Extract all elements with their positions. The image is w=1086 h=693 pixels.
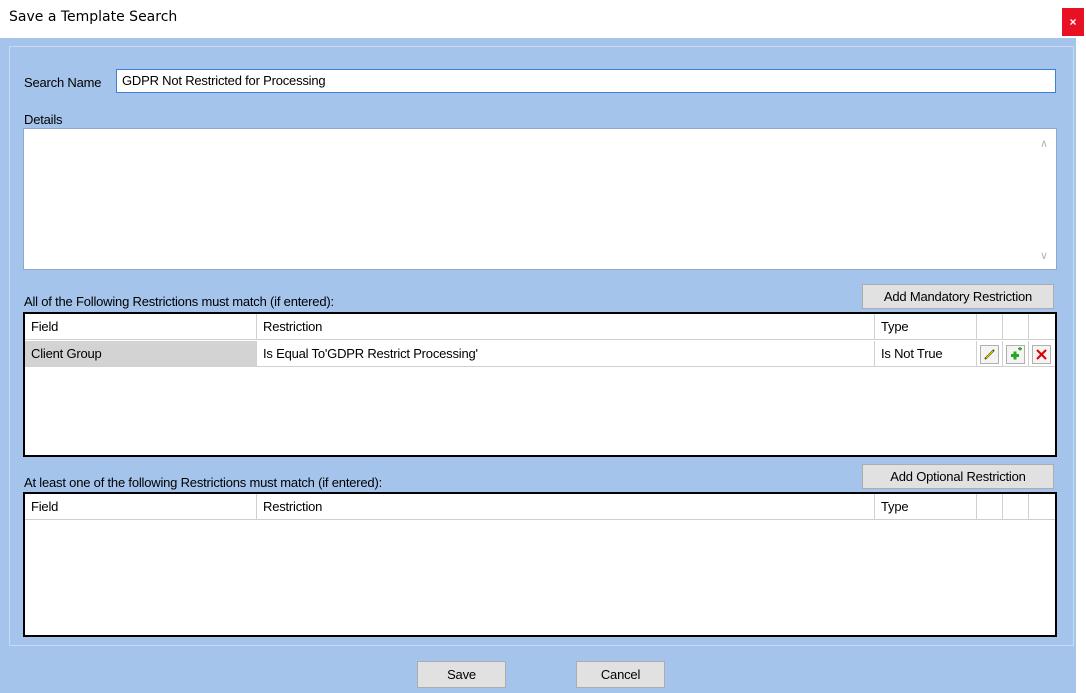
column-header-restriction[interactable]: Restriction (257, 494, 875, 519)
cancel-button[interactable]: Cancel (576, 661, 665, 688)
delete-x-icon[interactable] (1032, 345, 1051, 364)
window-edge (1076, 38, 1086, 693)
column-header-blank (1003, 314, 1029, 339)
title-bar: Save a Template Search × (0, 0, 1086, 38)
save-button[interactable]: Save (417, 661, 506, 688)
mandatory-heading: All of the Following Restrictions must m… (24, 294, 334, 309)
search-name-input[interactable]: GDPR Not Restricted for Processing (116, 69, 1056, 93)
table-row[interactable]: Client Group Is Equal To'GDPR Restrict P… (25, 341, 1055, 367)
pencil-icon[interactable] (980, 345, 999, 364)
column-header-restriction[interactable]: Restriction (257, 314, 875, 339)
column-header-blank (977, 314, 1003, 339)
details-scrollbar[interactable]: ∧ ∨ (1034, 129, 1056, 269)
row-type-cell[interactable]: Is Not True (875, 341, 977, 366)
grid-header: Field Restriction Type (25, 314, 1055, 340)
add-optional-restriction-button[interactable]: Add Optional Restriction (862, 464, 1054, 489)
column-header-type[interactable]: Type (875, 494, 977, 519)
grid-header: Field Restriction Type (25, 494, 1055, 520)
optional-restrictions-grid: Field Restriction Type (23, 492, 1057, 637)
column-header-blank (1029, 494, 1055, 519)
search-name-label: Search Name (24, 75, 102, 90)
column-header-blank (977, 494, 1003, 519)
delete-cell (1029, 341, 1055, 366)
column-header-type[interactable]: Type (875, 314, 977, 339)
close-icon[interactable]: × (1062, 8, 1084, 36)
details-textarea[interactable]: ∧ ∨ (23, 128, 1057, 270)
column-header-field[interactable]: Field (25, 494, 257, 519)
window-title: Save a Template Search (9, 9, 178, 25)
add-mandatory-restriction-button[interactable]: Add Mandatory Restriction (862, 284, 1054, 309)
scroll-down-icon[interactable]: ∨ (1040, 249, 1048, 262)
add-cell (1003, 341, 1029, 366)
column-header-blank (1029, 314, 1055, 339)
optional-heading: At least one of the following Restrictio… (24, 475, 382, 490)
mandatory-restrictions-grid: Field Restriction Type Client Group Is E… (23, 312, 1057, 457)
row-field-cell[interactable]: Client Group (25, 341, 257, 366)
column-header-blank (1003, 494, 1029, 519)
edit-cell (977, 341, 1003, 366)
column-header-field[interactable]: Field (25, 314, 257, 339)
scroll-up-icon[interactable]: ∧ (1040, 137, 1048, 150)
plus-icon[interactable] (1006, 345, 1025, 364)
row-restriction-cell[interactable]: Is Equal To'GDPR Restrict Processing' (257, 341, 875, 366)
details-label: Details (24, 112, 63, 127)
